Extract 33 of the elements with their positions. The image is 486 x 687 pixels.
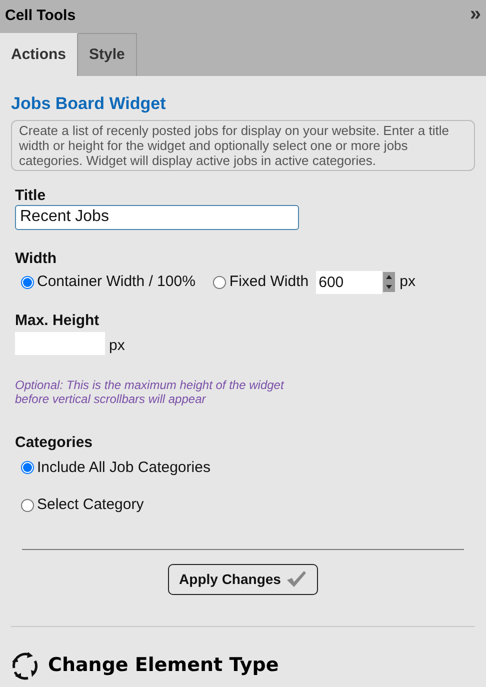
radio-option[interactable]: Container Width / 100% [21, 270, 196, 294]
unit-label: px [109, 336, 125, 354]
radio-button[interactable] [21, 461, 34, 474]
radio-button[interactable] [21, 498, 34, 512]
field-label: Title [15, 186, 47, 204]
title-field[interactable]: Recent Jobs [15, 204, 299, 230]
description-box: Create a list of recenly posted jobs for display on your website. Enter a title width or height for the widget and optionally select one or more jobs categories. Widget will display active jobs in active categories. [11, 120, 475, 170]
radio-button[interactable] [213, 276, 226, 288]
refresh-icon[interactable] [11, 650, 39, 680]
apply-button[interactable]: Apply Changes [168, 564, 318, 594]
change-element-type-link[interactable]: Change Element Type [48, 651, 279, 680]
radio-option[interactable]: Select Category [21, 494, 471, 516]
fixed-width-field[interactable]: 600 [316, 270, 382, 294]
collapse-button[interactable]: » [470, 4, 481, 30]
radio-option[interactable]: Include All Job Categories [21, 456, 471, 479]
field-label: Categories [15, 434, 94, 452]
hint-text: Optional: This is the maximum height of the widget before vertical scrollbars will appear [15, 378, 286, 406]
radio-label: Select Category [37, 495, 144, 515]
radio-button[interactable] [21, 276, 34, 288]
max-height-field[interactable] [15, 332, 105, 354]
radio-option[interactable]: Fixed Width [213, 270, 309, 294]
unit-label: px [400, 272, 416, 292]
panel-title: Cell Tools [5, 6, 76, 26]
radio-label: Fixed Width [229, 272, 309, 292]
checkmark-icon [284, 570, 307, 588]
widget-heading: Jobs Board Widget [11, 93, 167, 115]
tab[interactable]: Actions [0, 33, 78, 76]
tab[interactable]: Style [78, 33, 137, 76]
radio-label: Include All Job Categories [37, 458, 210, 478]
radio-label: Container Width / 100% [37, 272, 196, 292]
field-label: Width [15, 250, 58, 268]
field-label: Max. Height [15, 312, 100, 330]
spinner-icon[interactable] [382, 272, 395, 292]
